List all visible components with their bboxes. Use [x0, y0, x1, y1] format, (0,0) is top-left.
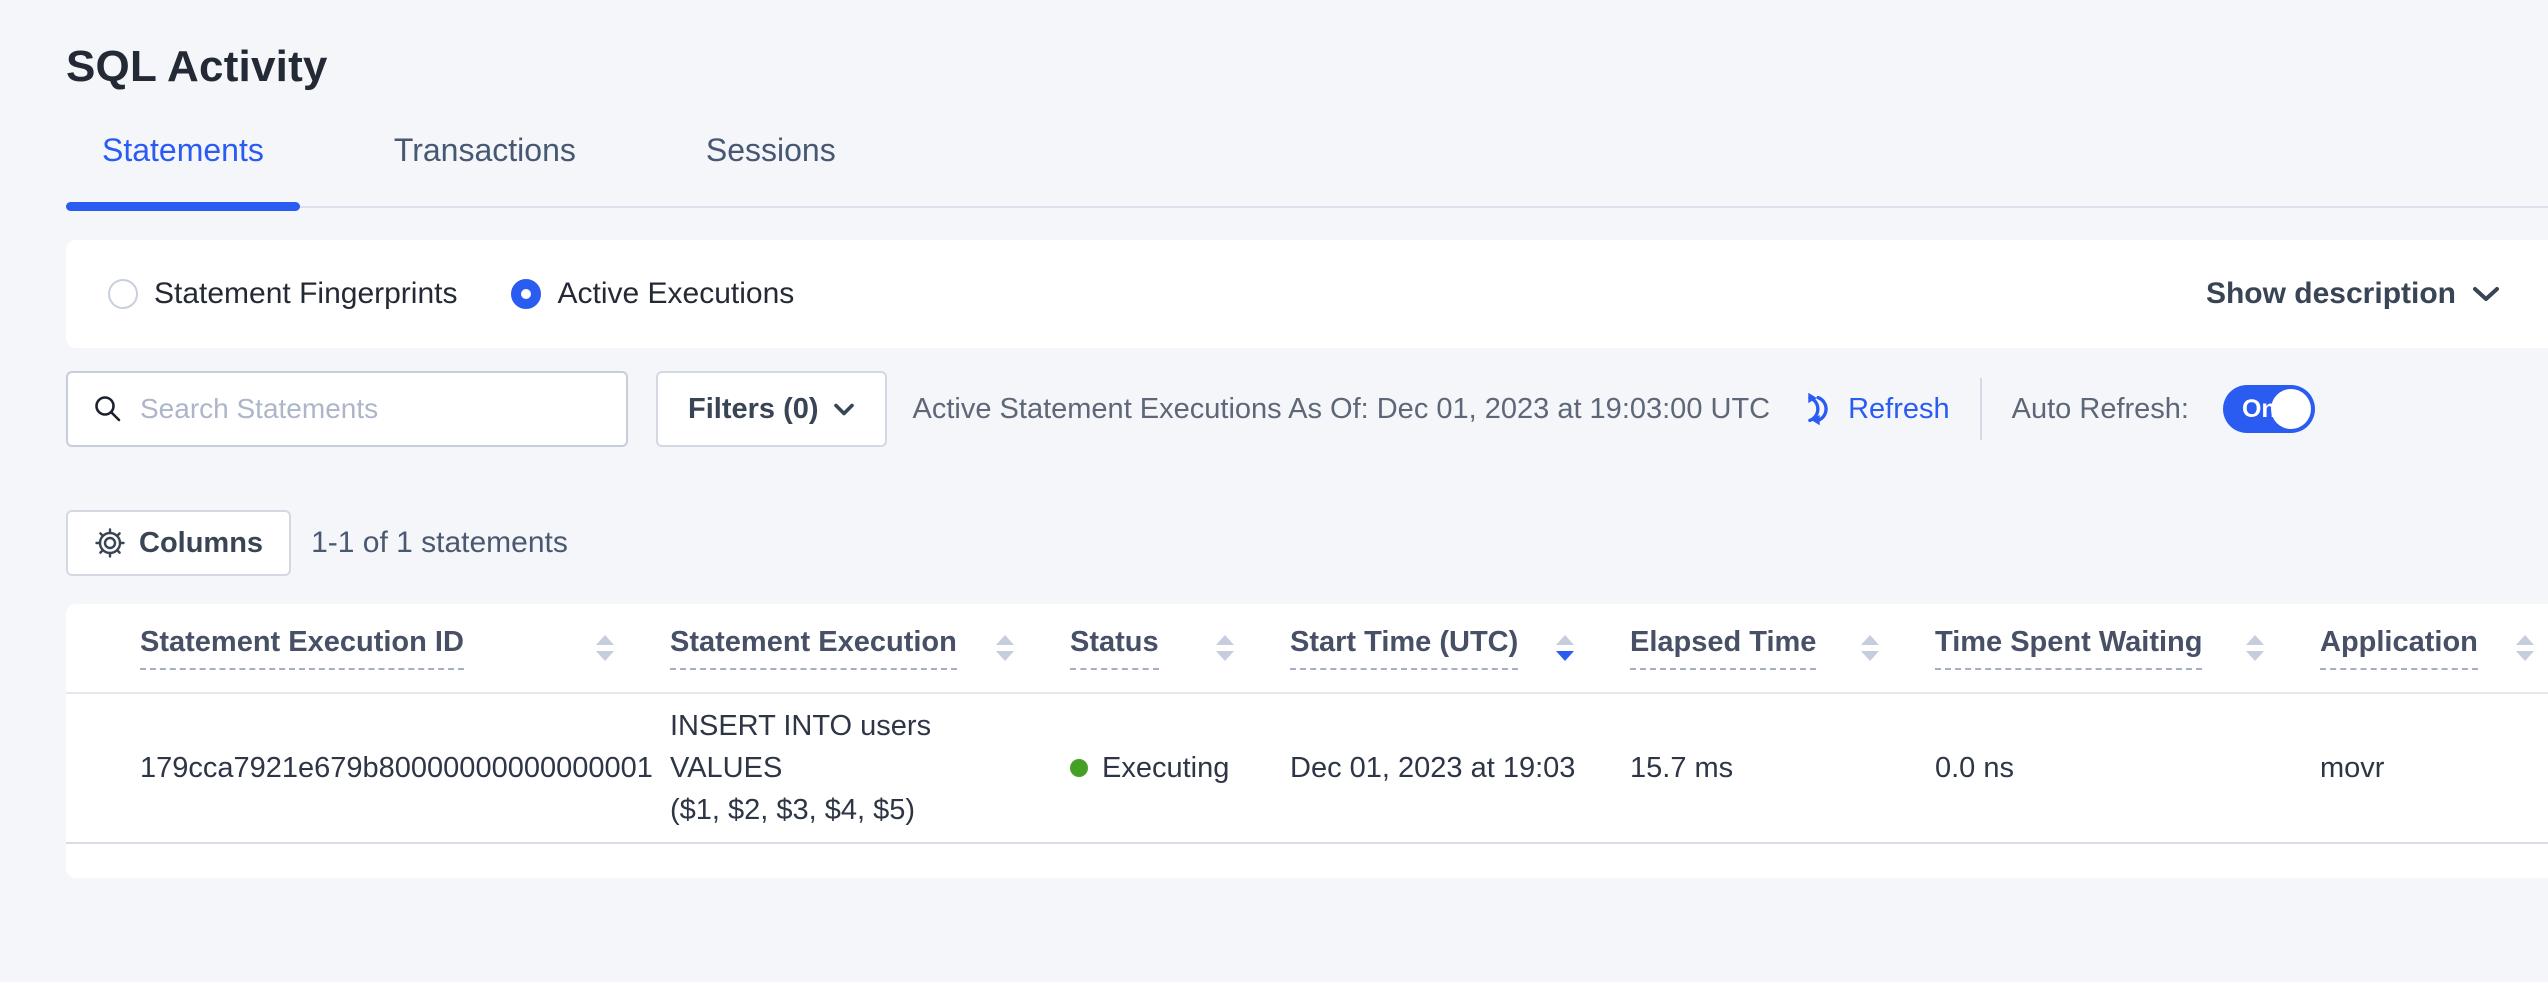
- caret-up-icon: [596, 635, 614, 645]
- caret-up-icon: [2516, 635, 2534, 645]
- caret-up-icon: [996, 635, 1014, 645]
- status-label: Executing: [1102, 752, 1229, 785]
- tab-statements[interactable]: Statements: [66, 130, 300, 206]
- search-input[interactable]: [140, 393, 600, 425]
- gear-icon: [94, 527, 126, 559]
- vertical-divider: [1980, 378, 1982, 440]
- toggle-knob[interactable]: [2271, 389, 2311, 429]
- cell-statement: INSERT INTO users VALUES ($1, $2, $3, $4…: [670, 705, 1070, 831]
- page-title: SQL Activity: [66, 42, 2548, 92]
- columns-label: Columns: [139, 527, 263, 560]
- statements-table: Statement Execution ID Statement Executi…: [66, 604, 2548, 878]
- tab-transactions[interactable]: Transactions: [358, 130, 612, 206]
- sort-icon: [1216, 635, 1234, 661]
- caret-down-icon: [1861, 651, 1879, 661]
- columns-button[interactable]: Columns: [66, 510, 291, 576]
- as-of-timestamp: Active Statement Executions As Of: Dec 0…: [913, 393, 1771, 426]
- sort-icon: [596, 635, 614, 661]
- sort-icon-active-desc: [1556, 635, 1574, 661]
- sort-icon: [2516, 635, 2534, 661]
- sort-icon: [2246, 635, 2264, 661]
- column-header-statement-execution[interactable]: Statement Execution: [670, 626, 1070, 670]
- sort-icon: [1861, 635, 1879, 661]
- results-count: 1-1 of 1 statements: [311, 526, 568, 560]
- cell-status: Executing: [1070, 752, 1290, 785]
- chevron-down-icon: [2472, 285, 2500, 303]
- table-row: 179cca7921e679b80000000000000001 INSERT …: [66, 694, 2548, 844]
- radio-icon: [511, 279, 541, 309]
- auto-refresh-toggle[interactable]: On: [2223, 385, 2315, 433]
- show-description-label: Show description: [2206, 277, 2456, 311]
- caret-up-icon: [1216, 635, 1234, 645]
- radio-statement-fingerprints[interactable]: Statement Fingerprints: [108, 277, 457, 311]
- table-header-row: Statement Execution ID Statement Executi…: [66, 604, 2548, 694]
- caret-up-icon: [1556, 635, 1574, 645]
- tab-bar: Statements Transactions Sessions: [66, 130, 2548, 208]
- filters-button[interactable]: Filters (0): [656, 371, 887, 447]
- filters-label: Filters (0): [688, 393, 819, 426]
- caret-up-icon: [2246, 635, 2264, 645]
- radio-icon: [108, 279, 138, 309]
- column-header-status[interactable]: Status: [1070, 626, 1290, 670]
- show-description-toggle[interactable]: Show description: [2206, 277, 2500, 311]
- table-toolbar: Columns 1-1 of 1 statements: [66, 510, 2548, 576]
- caret-down-icon: [2246, 651, 2264, 661]
- cell-start-time: Dec 01, 2023 at 19:03: [1290, 752, 1630, 785]
- search-icon: [92, 393, 124, 425]
- column-header-time-spent-waiting[interactable]: Time Spent Waiting: [1935, 626, 2320, 670]
- caret-down-icon: [596, 651, 614, 661]
- cell-elapsed-time: 15.7 ms: [1630, 752, 1935, 785]
- status-dot-icon: [1070, 759, 1088, 777]
- search-box: [66, 371, 628, 447]
- refresh-button[interactable]: Refresh: [1794, 389, 1950, 429]
- radio-label: Active Executions: [557, 277, 794, 311]
- column-header-elapsed-time[interactable]: Elapsed Time: [1630, 626, 1935, 670]
- caret-down-icon: [1216, 651, 1234, 661]
- column-header-application[interactable]: Application: [2320, 626, 2548, 670]
- refresh-label: Refresh: [1848, 393, 1950, 426]
- cell-application: movr: [2320, 752, 2548, 785]
- auto-refresh-label: Auto Refresh:: [2012, 393, 2189, 426]
- radio-label: Statement Fingerprints: [154, 277, 457, 311]
- tab-sessions[interactable]: Sessions: [670, 130, 872, 206]
- view-mode-card: Statement Fingerprints Active Executions…: [66, 240, 2548, 348]
- sort-icon: [996, 635, 1014, 661]
- chevron-down-icon: [833, 402, 855, 417]
- refresh-icon: [1794, 389, 1834, 429]
- column-header-statement-execution-id[interactable]: Statement Execution ID: [140, 626, 670, 670]
- cell-execution-id: 179cca7921e679b80000000000000001: [140, 752, 670, 785]
- cell-time-spent-waiting: 0.0 ns: [1935, 752, 2320, 785]
- radio-active-executions[interactable]: Active Executions: [511, 277, 794, 311]
- caret-down-icon: [1556, 651, 1574, 661]
- caret-up-icon: [1861, 635, 1879, 645]
- column-header-start-time[interactable]: Start Time (UTC): [1290, 626, 1630, 670]
- controls-row: Filters (0) Active Statement Executions …: [66, 370, 2548, 448]
- caret-down-icon: [996, 651, 1014, 661]
- caret-down-icon: [2516, 651, 2534, 661]
